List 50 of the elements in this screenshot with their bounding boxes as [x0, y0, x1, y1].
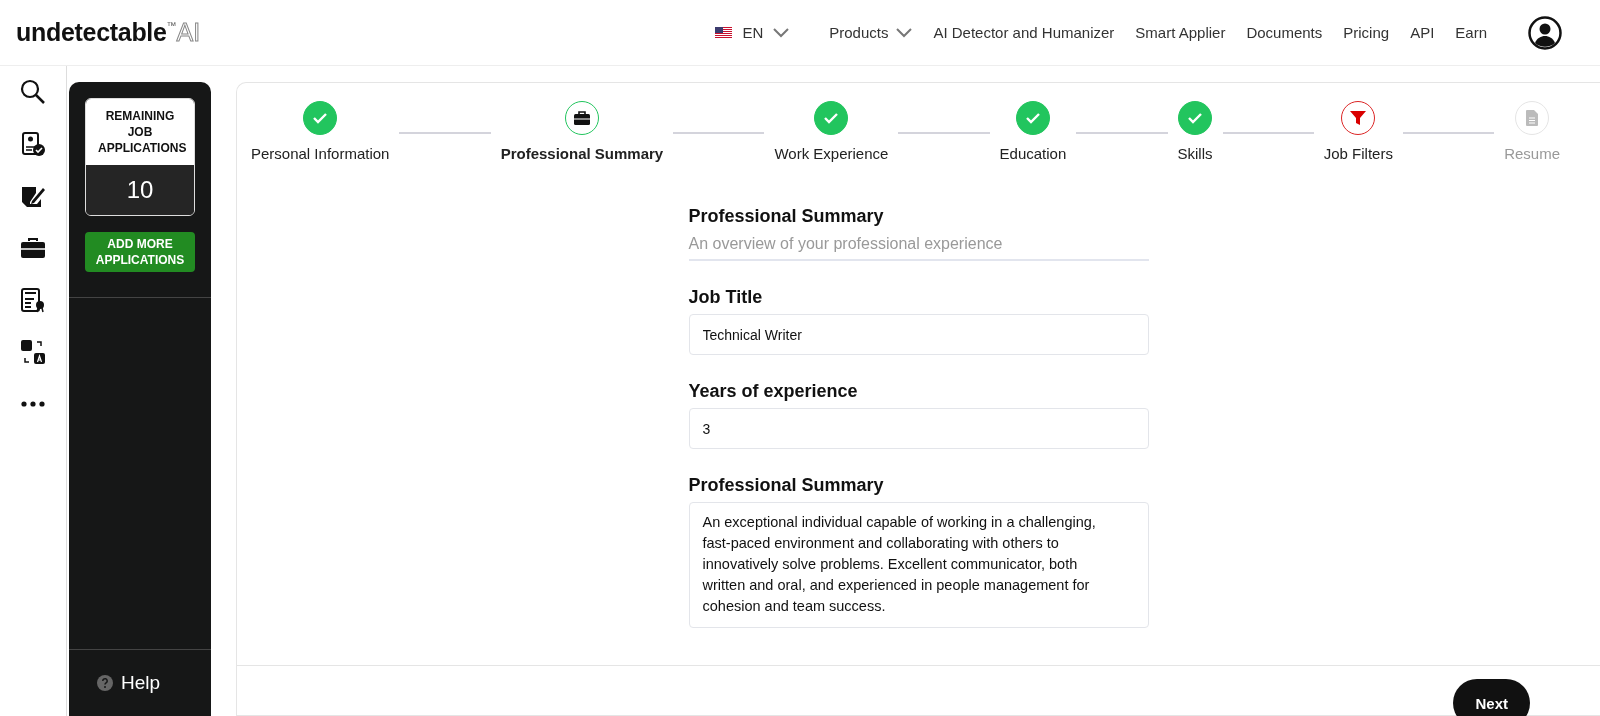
check-icon — [1187, 112, 1203, 124]
field-label: Job Title — [688, 287, 764, 308]
input-field[interactable]: 3 — [688, 408, 1149, 449]
section-title: Professional Summary — [688, 206, 885, 227]
step-label[interactable]: Education — [999, 145, 1067, 162]
user-avatar-icon[interactable] — [1528, 15, 1562, 50]
input-field[interactable]: Technical Writer — [688, 314, 1149, 355]
briefcase-icon — [573, 111, 590, 125]
help-icon — [97, 675, 113, 691]
nav-link[interactable]: Products — [829, 24, 913, 41]
nav-link[interactable]: Earn — [1455, 24, 1487, 41]
step-label[interactable]: Work Experience — [774, 145, 889, 162]
nav-link[interactable]: API — [1410, 24, 1435, 41]
check-icon — [312, 112, 329, 124]
nav-link[interactable]: AI Detector and Humanizer — [933, 24, 1115, 41]
remaining-applications-count: 10 — [86, 165, 194, 215]
step-label[interactable]: Professional Summary — [500, 145, 664, 162]
nav-link[interactable]: Documents — [1246, 24, 1323, 41]
document-icon — [1526, 110, 1539, 126]
language-selector[interactable]: EN — [715, 24, 790, 41]
step-label[interactable]: Personal Information — [251, 145, 390, 162]
translate-icon — [20, 339, 46, 365]
sidebar-tool-button[interactable] — [20, 235, 46, 261]
nav-link[interactable]: Smart Applier — [1135, 24, 1226, 41]
chevron-down-icon — [773, 27, 790, 38]
nav-link[interactable]: Pricing — [1343, 24, 1390, 41]
step-label[interactable]: Skills — [1177, 145, 1213, 162]
check-icon — [1024, 112, 1041, 124]
sidebar-tool-button[interactable] — [20, 287, 46, 313]
sidebar-tool-button[interactable] — [20, 131, 46, 157]
step-label[interactable]: Job Filters — [1323, 145, 1393, 162]
ai-search-icon — [20, 79, 46, 105]
step-circle[interactable] — [564, 101, 599, 135]
summary-field[interactable]: An exceptional individual capable of working in a challenging, fast-paced environment and collaborating with others to innovatively solve problems. Excellent communicator, both written and oral, and experienced in people management for cohesion and team success. — [688, 502, 1149, 628]
field-label: Professional Summary — [688, 475, 885, 496]
help-button[interactable]: Help — [69, 649, 211, 716]
funnel-icon — [1350, 110, 1367, 126]
remaining-applications-title: REMAINING JOB APPLICATIONS — [86, 99, 194, 165]
profile-check-icon — [20, 131, 46, 157]
add-applications-button[interactable]: ADD MORE APPLICATIONS — [85, 232, 195, 272]
check-icon — [823, 112, 840, 124]
sidebar-tool-button[interactable] — [20, 79, 46, 105]
us-flag-icon — [715, 26, 733, 39]
section-subtitle: An overview of your professional experience — [688, 235, 1149, 261]
more-icon — [21, 401, 45, 407]
briefcase-icon — [20, 236, 46, 260]
sidebar-tool-button[interactable] — [20, 339, 46, 365]
seo-document-icon — [20, 287, 46, 313]
field-label: Years of experience — [688, 381, 859, 402]
next-button[interactable]: Next — [1453, 679, 1530, 716]
